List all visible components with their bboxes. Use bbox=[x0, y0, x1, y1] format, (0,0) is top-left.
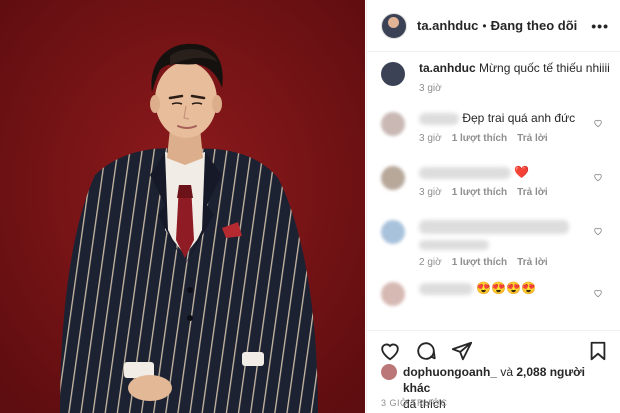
comment-text-line: Đẹp trai quá anh đức bbox=[419, 110, 611, 126]
blurred-username bbox=[419, 282, 473, 295]
blurred-comment-text bbox=[419, 219, 569, 234]
reply-button[interactable]: Trả lời bbox=[517, 187, 547, 198]
comment-text: Đẹp trai quá anh đức bbox=[462, 111, 576, 125]
instagram-post-view: ta.anhduc • Đang theo dõi ••• ta.anhduc … bbox=[0, 0, 620, 413]
comment-likes[interactable]: 1 lượt thích bbox=[452, 187, 507, 198]
comment-time: 3 giờ bbox=[419, 187, 442, 198]
commenter-avatar[interactable] bbox=[381, 112, 405, 136]
comment-text: 😍😍😍😍 bbox=[476, 281, 537, 295]
caption-text: Mừng quốc tế thiếu nhiiii bbox=[479, 61, 610, 75]
likes-connector: và bbox=[500, 365, 514, 379]
man-in-pinstripe-suit-image bbox=[0, 0, 365, 413]
comment-item: ❤️ 3 giờ 1 lượt thích Trả lời bbox=[381, 164, 611, 218]
liker-username[interactable]: dophuongoanh_ bbox=[403, 365, 497, 379]
comment-likes[interactable]: 1 lượt thích bbox=[452, 133, 507, 144]
following-button[interactable]: Đang theo dõi bbox=[491, 18, 578, 33]
liker-avatar[interactable] bbox=[381, 364, 397, 380]
bookmark-save-icon[interactable] bbox=[587, 340, 609, 362]
caption-time: 3 giờ bbox=[419, 83, 442, 94]
comment-text-line: ❤️ bbox=[419, 164, 611, 180]
comment-like-heart-icon[interactable] bbox=[593, 172, 603, 182]
blurred-username bbox=[419, 112, 459, 125]
comment-meta: 3 giờ 1 lượt thích Trả lời bbox=[419, 133, 611, 144]
reply-button[interactable]: Trả lời bbox=[517, 133, 547, 144]
author-username[interactable]: ta.anhduc bbox=[417, 18, 478, 33]
separator-dot: • bbox=[482, 18, 487, 33]
comment-like-heart-icon[interactable] bbox=[593, 118, 603, 128]
caption-author-avatar[interactable] bbox=[381, 62, 405, 86]
comment-bubble-icon[interactable] bbox=[415, 340, 437, 362]
comment-likes[interactable]: 1 lượt thích bbox=[452, 257, 507, 268]
blurred-comment-text bbox=[419, 239, 489, 250]
caption-text-line: ta.anhduc Mừng quốc tế thiếu nhiiii bbox=[419, 60, 611, 76]
commenter-avatar[interactable] bbox=[381, 220, 405, 244]
comment-text-line bbox=[419, 218, 611, 250]
post-timestamp[interactable]: 3 GIỜ TRƯỚC bbox=[381, 398, 447, 408]
comments-list: ta.anhduc Mừng quốc tế thiếu nhiiii 3 gi… bbox=[381, 60, 611, 320]
comment-time: 3 giờ bbox=[419, 133, 442, 144]
author-avatar[interactable] bbox=[381, 12, 407, 39]
comment-time: 2 giờ bbox=[419, 257, 442, 268]
comment-item: 😍😍😍😍 bbox=[381, 280, 611, 320]
caption-item: ta.anhduc Mừng quốc tế thiếu nhiiii 3 gi… bbox=[381, 60, 611, 110]
comment-text: ❤️ bbox=[514, 165, 530, 179]
comment-text-line: 😍😍😍😍 bbox=[419, 280, 611, 296]
share-paper-plane-icon[interactable] bbox=[451, 340, 473, 362]
comment-item: 2 giờ 1 lượt thích Trả lời bbox=[381, 218, 611, 280]
blurred-username bbox=[419, 166, 511, 179]
post-side-panel: ta.anhduc • Đang theo dõi ••• ta.anhduc … bbox=[366, 0, 620, 413]
commenter-avatar[interactable] bbox=[381, 282, 405, 306]
more-options-icon[interactable]: ••• bbox=[591, 18, 609, 34]
comment-like-heart-icon[interactable] bbox=[593, 288, 603, 298]
comment-meta: 2 giờ 1 lượt thích Trả lời bbox=[419, 257, 611, 268]
reply-button[interactable]: Trả lời bbox=[517, 257, 547, 268]
post-header: ta.anhduc • Đang theo dõi ••• bbox=[367, 0, 620, 52]
comment-item: Đẹp trai quá anh đức 3 giờ 1 lượt thích … bbox=[381, 110, 611, 164]
caption-meta: 3 giờ bbox=[419, 83, 611, 94]
comment-meta: 3 giờ 1 lượt thích Trả lời bbox=[419, 187, 611, 198]
commenter-avatar[interactable] bbox=[381, 166, 405, 190]
comment-like-heart-icon[interactable] bbox=[593, 226, 603, 236]
post-photo[interactable] bbox=[0, 0, 365, 413]
caption-username[interactable]: ta.anhduc bbox=[419, 61, 476, 75]
like-heart-icon[interactable] bbox=[379, 340, 401, 362]
